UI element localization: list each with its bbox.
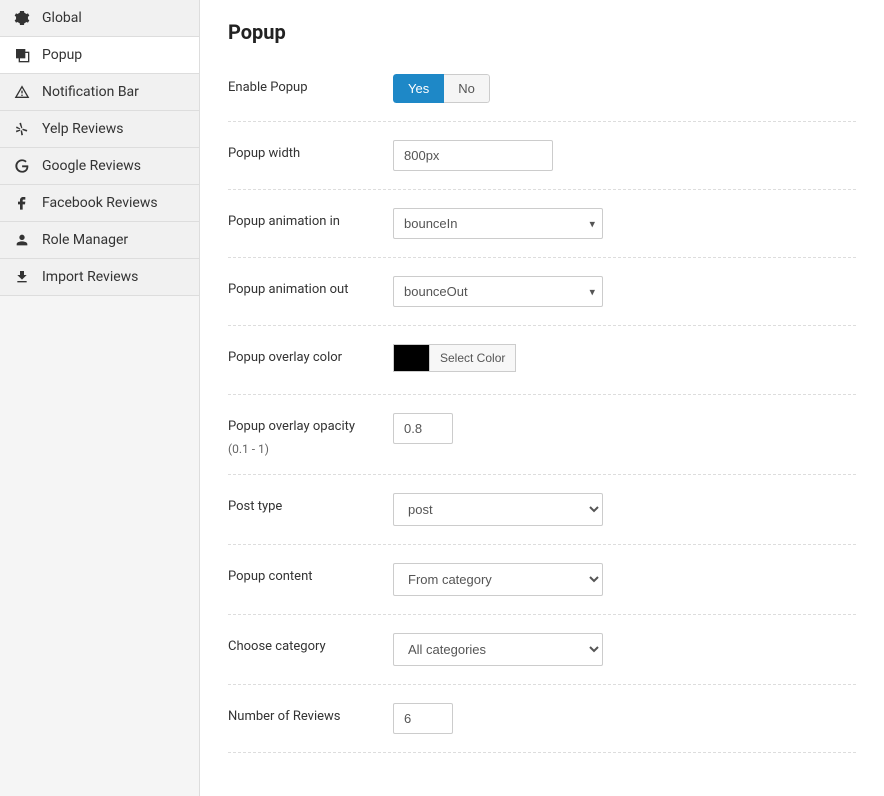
row-number-reviews: Number of Reviews [228,685,856,753]
animation-in-select-wrap: bounceIn [393,208,603,239]
overlay-color-picker: Select Color [393,344,516,372]
gears-icon [14,10,36,26]
sidebar-item-yelp-reviews[interactable]: Yelp Reviews [0,111,199,148]
sidebar-item-label: Global [42,10,82,26]
sidebar-item-notification-bar[interactable]: Notification Bar [0,74,199,111]
page-title: Popup [228,20,856,44]
choose-category-select[interactable]: All categories [393,633,603,666]
warning-icon [14,84,36,100]
label-overlay-color: Popup overlay color [228,344,393,365]
sidebar-item-label: Notification Bar [42,84,139,100]
sidebar-item-label: Import Reviews [42,269,138,285]
select-color-button[interactable]: Select Color [429,344,516,372]
row-post-type: Post type post [228,475,856,545]
sidebar-item-label: Google Reviews [42,158,141,174]
animation-in-select[interactable]: bounceIn [393,208,603,239]
toggle-no-button[interactable]: No [444,74,490,103]
sidebar-item-label: Yelp Reviews [42,121,123,137]
sidebar-item-import-reviews[interactable]: Import Reviews [0,259,199,296]
label-overlay-opacity: Popup overlay opacity (0.1 - 1) [228,413,393,456]
sidebar: Global Popup Notification Bar Yelp Revie… [0,0,200,796]
sidebar-item-facebook-reviews[interactable]: Facebook Reviews [0,185,199,222]
overlay-icon [14,47,36,63]
popup-content-select[interactable]: From category [393,563,603,596]
sidebar-item-label: Role Manager [42,232,128,248]
popup-width-input[interactable] [393,140,553,171]
animation-out-select-wrap: bounceOut [393,276,603,307]
post-type-select-wrap: post [393,493,603,526]
row-animation-out: Popup animation out bounceOut [228,258,856,326]
label-popup-content: Popup content [228,563,393,584]
overlay-opacity-input[interactable] [393,413,453,444]
sidebar-item-global[interactable]: Global [0,0,199,37]
animation-out-select[interactable]: bounceOut [393,276,603,307]
user-icon [14,232,36,248]
facebook-icon [14,195,36,211]
sublabel-overlay-opacity: (0.1 - 1) [228,442,393,456]
toggle-yes-button[interactable]: Yes [393,74,444,103]
sidebar-item-popup[interactable]: Popup [0,37,199,74]
sidebar-item-google-reviews[interactable]: Google Reviews [0,148,199,185]
row-popup-content: Popup content From category [228,545,856,615]
number-reviews-input[interactable] [393,703,453,734]
sidebar-item-label: Popup [42,47,82,63]
google-icon [14,158,36,174]
row-choose-category: Choose category All categories [228,615,856,685]
row-animation-in: Popup animation in bounceIn [228,190,856,258]
download-icon [14,269,36,285]
label-animation-in: Popup animation in [228,208,393,229]
sidebar-item-role-manager[interactable]: Role Manager [0,222,199,259]
post-type-select[interactable]: post [393,493,603,526]
sidebar-item-label: Facebook Reviews [42,195,158,211]
label-popup-width: Popup width [228,140,393,161]
yelp-icon [14,121,36,137]
label-enable-popup: Enable Popup [228,74,393,95]
label-choose-category: Choose category [228,633,393,654]
label-post-type: Post type [228,493,393,514]
label-number-reviews: Number of Reviews [228,703,393,724]
label-animation-out: Popup animation out [228,276,393,297]
row-enable-popup: Enable Popup Yes No [228,68,856,122]
row-popup-width: Popup width [228,122,856,190]
choose-category-select-wrap: All categories [393,633,603,666]
toggle-enable-popup: Yes No [393,74,490,103]
popup-content-select-wrap: From category [393,563,603,596]
color-swatch[interactable] [393,344,429,372]
row-overlay-opacity: Popup overlay opacity (0.1 - 1) [228,395,856,475]
main-content: Popup Enable Popup Yes No Popup width Po… [200,0,884,796]
row-overlay-color: Popup overlay color Select Color [228,326,856,395]
